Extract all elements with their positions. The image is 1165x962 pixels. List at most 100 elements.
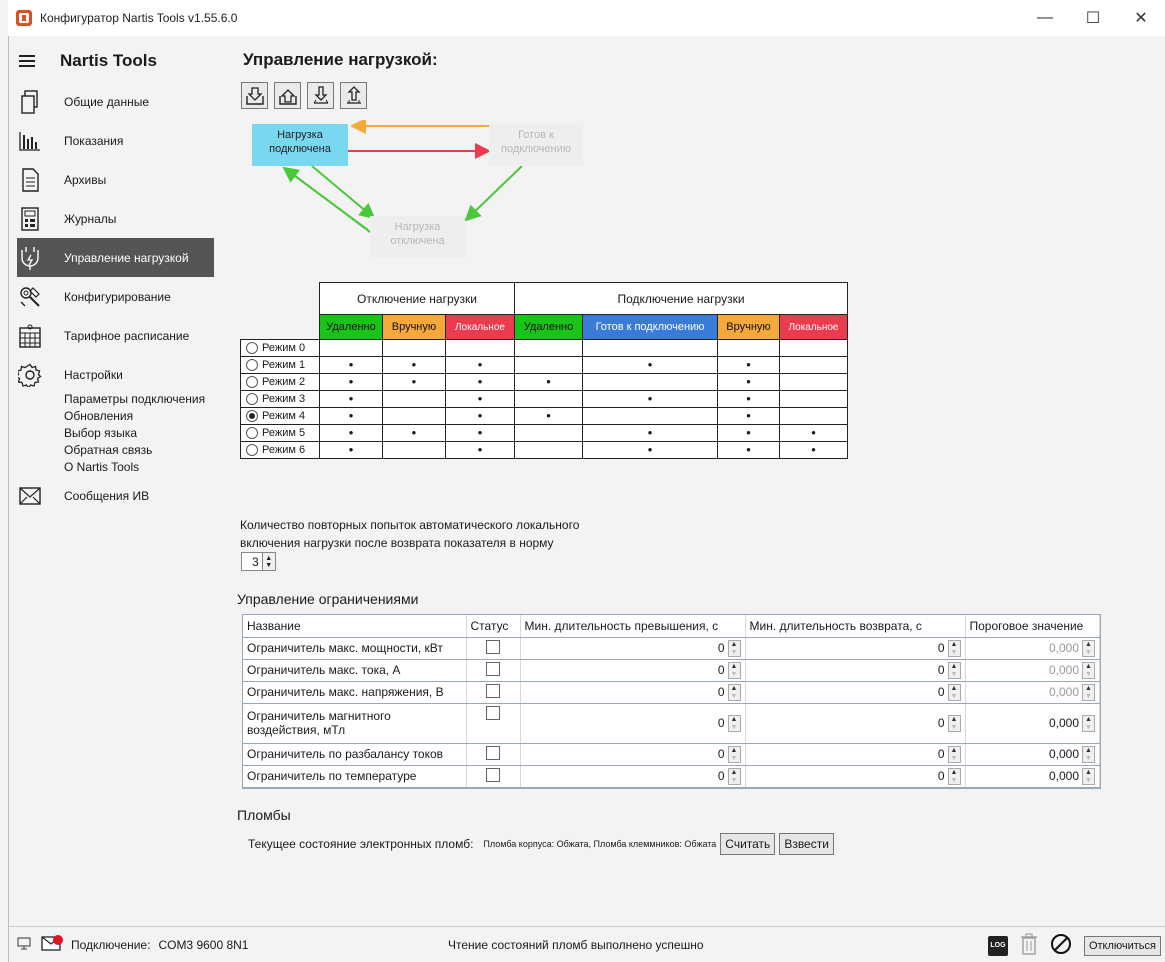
limit-status-checkbox[interactable]	[486, 661, 500, 676]
threshold-stepper-value[interactable]: 0,000	[1049, 747, 1082, 761]
threshold-stepper[interactable]: 0,000 ▲ ▼	[970, 714, 1095, 732]
nav-item-load-control[interactable]: Управление нагрузкой	[17, 238, 214, 277]
stepper-arrows-icon[interactable]: ▲ ▼	[727, 639, 741, 657]
stepper-arrows-icon[interactable]: ▲ ▼	[947, 745, 961, 763]
stepper-arrows-icon[interactable]: ▲ ▼	[727, 661, 741, 679]
exceed-duration-stepper-value[interactable]: 0	[718, 716, 728, 730]
write-to-device-button[interactable]	[274, 82, 301, 109]
stepper-arrows-icon[interactable]: ▲ ▼	[1082, 745, 1095, 763]
threshold-stepper-value[interactable]: 0,000	[1049, 641, 1082, 655]
limit-status-checkbox[interactable]	[486, 767, 500, 782]
exceed-duration-stepper-value[interactable]: 0	[718, 685, 728, 699]
stepper-arrows-icon[interactable]: ▲ ▼	[1082, 767, 1095, 785]
return-duration-stepper[interactable]: 0 ▲ ▼	[750, 661, 961, 679]
retry-count-stepper[interactable]: 3 ▲ ▼	[241, 552, 276, 571]
close-button[interactable]: ✕	[1117, 0, 1165, 36]
monitor-icon[interactable]	[17, 936, 31, 953]
submenu-about[interactable]: О Nartis Tools	[64, 459, 214, 476]
stepper-arrows-icon[interactable]: ▲ ▼	[261, 553, 275, 570]
submenu-updates[interactable]: Обновления	[64, 408, 214, 425]
mode-radio[interactable]	[246, 359, 258, 372]
stepper-arrows-icon[interactable]: ▲ ▼	[947, 661, 961, 679]
mode-selector[interactable]: Режим 0	[240, 339, 320, 357]
mode-selector[interactable]: Режим 3	[240, 390, 320, 408]
threshold-stepper-value[interactable]: 0,000	[1049, 663, 1082, 677]
mode-selector[interactable]: Режим 5	[240, 424, 320, 442]
nav-item-archives[interactable]: Архивы	[9, 160, 214, 199]
exceed-duration-stepper[interactable]: 0 ▲ ▼	[525, 661, 741, 679]
stepper-arrows-icon[interactable]: ▲ ▼	[947, 683, 961, 701]
return-duration-stepper-value[interactable]: 0	[938, 663, 948, 677]
return-duration-stepper[interactable]: 0 ▲ ▼	[750, 745, 961, 763]
nav-item-readings[interactable]: Показания	[9, 121, 214, 160]
log-icon[interactable]: LOG	[987, 935, 1008, 956]
exceed-duration-stepper[interactable]: 0 ▲ ▼	[525, 714, 741, 732]
threshold-stepper-value[interactable]: 0,000	[1049, 769, 1082, 783]
return-duration-stepper-value[interactable]: 0	[938, 747, 948, 761]
limit-status-checkbox[interactable]	[486, 705, 500, 720]
exceed-duration-stepper-value[interactable]: 0	[718, 747, 728, 761]
trash-icon[interactable]	[1020, 933, 1038, 958]
exceed-duration-stepper[interactable]: 0 ▲ ▼	[525, 639, 741, 657]
stepper-arrows-icon[interactable]: ▲ ▼	[727, 767, 741, 785]
return-duration-stepper-value[interactable]: 0	[938, 769, 948, 783]
mode-selector[interactable]: Режим 2	[240, 373, 320, 391]
nav-item-settings[interactable]: Настройки	[9, 355, 214, 394]
threshold-stepper-value[interactable]: 0,000	[1049, 685, 1082, 699]
exceed-duration-stepper-value[interactable]: 0	[718, 769, 728, 783]
mode-radio[interactable]	[246, 427, 258, 440]
submenu-feedback[interactable]: Обратная связь	[64, 442, 214, 459]
minimize-button[interactable]: —	[1021, 0, 1069, 36]
maximize-button[interactable]: ☐	[1069, 0, 1117, 36]
cancel-icon[interactable]	[1050, 933, 1072, 958]
stepper-arrows-icon[interactable]: ▲ ▼	[947, 767, 961, 785]
hamburger-menu-icon[interactable]	[19, 52, 35, 70]
stepper-arrows-icon[interactable]: ▲ ▼	[1082, 714, 1095, 732]
mode-selector[interactable]: Режим 1	[240, 356, 320, 374]
stepper-arrows-icon[interactable]: ▲ ▼	[727, 714, 741, 732]
return-duration-stepper-value[interactable]: 0	[938, 716, 948, 730]
retry-count-value[interactable]: 3	[242, 553, 262, 571]
exceed-duration-stepper-value[interactable]: 0	[718, 663, 728, 677]
return-duration-stepper[interactable]: 0 ▲ ▼	[750, 683, 961, 701]
threshold-stepper[interactable]: 0,000 ▲ ▼	[970, 661, 1095, 679]
arm-seals-button[interactable]: Взвести	[779, 833, 834, 855]
nav-item-tariff[interactable]: Тарифное расписание	[9, 316, 214, 355]
submenu-language[interactable]: Выбор языка	[64, 425, 214, 442]
threshold-stepper-value[interactable]: 0,000	[1049, 716, 1082, 730]
stepper-arrows-icon[interactable]: ▲ ▼	[947, 639, 961, 657]
stepper-arrows-icon[interactable]: ▲ ▼	[1082, 683, 1095, 701]
mode-selector[interactable]: Режим 6	[240, 441, 320, 459]
read-seals-button[interactable]: Считать	[720, 833, 776, 855]
mode-radio[interactable]	[246, 376, 258, 389]
nav-item-configuration[interactable]: Конфигурирование	[9, 277, 214, 316]
threshold-stepper[interactable]: 0,000 ▲ ▼	[970, 683, 1095, 701]
mode-radio[interactable]	[246, 393, 258, 406]
limit-status-checkbox[interactable]	[486, 683, 500, 698]
limit-status-checkbox[interactable]	[486, 639, 500, 654]
stepper-arrows-icon[interactable]: ▲ ▼	[1082, 661, 1095, 679]
exceed-duration-stepper-value[interactable]: 0	[718, 641, 728, 655]
limit-status-checkbox[interactable]	[486, 745, 500, 760]
return-duration-stepper[interactable]: 0 ▲ ▼	[750, 714, 961, 732]
mode-radio[interactable]	[246, 342, 258, 355]
return-duration-stepper[interactable]: 0 ▲ ▼	[750, 639, 961, 657]
mode-selector[interactable]: Режим 4	[240, 407, 320, 425]
nav-item-journals[interactable]: Журналы	[9, 199, 214, 238]
stepper-arrows-icon[interactable]: ▲ ▼	[727, 683, 741, 701]
nav-item-general[interactable]: Общие данные	[9, 82, 214, 121]
exceed-duration-stepper[interactable]: 0 ▲ ▼	[525, 767, 741, 785]
stepper-arrows-icon[interactable]: ▲ ▼	[1082, 639, 1095, 657]
threshold-stepper[interactable]: 0,000 ▲ ▼	[970, 767, 1095, 785]
stepper-arrows-icon[interactable]: ▲ ▼	[947, 714, 961, 732]
nav-item-messages[interactable]: Сообщения ИВ	[9, 476, 214, 515]
read-from-device-button[interactable]	[241, 82, 268, 109]
message-notify-icon[interactable]	[41, 935, 63, 954]
return-duration-stepper[interactable]: 0 ▲ ▼	[750, 767, 961, 785]
load-from-file-button[interactable]	[307, 82, 334, 109]
mode-radio[interactable]	[246, 444, 258, 457]
exceed-duration-stepper[interactable]: 0 ▲ ▼	[525, 683, 741, 701]
save-to-file-button[interactable]	[340, 82, 367, 109]
threshold-stepper[interactable]: 0,000 ▲ ▼	[970, 745, 1095, 763]
disconnect-button[interactable]: Отключиться	[1083, 935, 1161, 956]
